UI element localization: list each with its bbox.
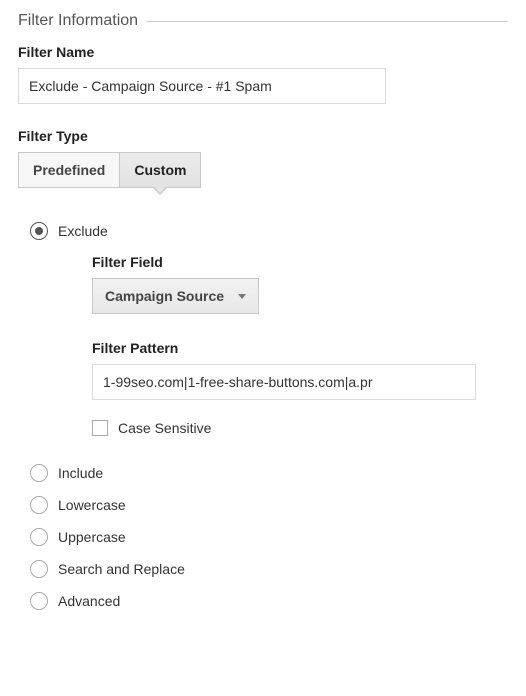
radio-icon	[30, 222, 48, 240]
exclude-radio[interactable]: Exclude	[30, 222, 508, 240]
custom-toggle[interactable]: Custom	[120, 152, 201, 188]
filter-name-section: Filter Name	[18, 44, 508, 104]
radio-icon	[30, 560, 48, 578]
search-replace-radio[interactable]: Search and Replace	[30, 560, 508, 578]
divider	[146, 21, 508, 22]
filter-type-label: Filter Type	[18, 128, 508, 144]
other-filter-options: Include Lowercase Uppercase Search and R…	[18, 464, 508, 610]
advanced-radio[interactable]: Advanced	[30, 592, 508, 610]
include-label: Include	[58, 465, 103, 481]
include-radio[interactable]: Include	[30, 464, 508, 482]
case-sensitive-checkbox[interactable]: Case Sensitive	[92, 420, 508, 436]
fieldset-header: Filter Information	[18, 12, 508, 30]
radio-icon	[30, 496, 48, 514]
advanced-label: Advanced	[58, 593, 120, 609]
exclude-label: Exclude	[58, 223, 108, 239]
filter-field-value: Campaign Source	[105, 288, 224, 304]
filter-name-label: Filter Name	[18, 44, 508, 60]
caret-down-icon	[238, 294, 246, 299]
filter-field-dropdown[interactable]: Campaign Source	[92, 278, 259, 314]
uppercase-label: Uppercase	[58, 529, 126, 545]
filter-pattern-label: Filter Pattern	[92, 340, 508, 356]
predefined-toggle[interactable]: Predefined	[18, 152, 120, 188]
uppercase-radio[interactable]: Uppercase	[30, 528, 508, 546]
exclude-subform: Filter Field Campaign Source Filter Patt…	[92, 254, 508, 436]
radio-icon	[30, 528, 48, 546]
filter-type-toggle: Predefined Custom	[18, 152, 508, 188]
filter-field-label: Filter Field	[92, 254, 508, 270]
filter-name-input[interactable]	[18, 68, 386, 104]
filter-type-section: Filter Type Predefined Custom	[18, 128, 508, 188]
lowercase-radio[interactable]: Lowercase	[30, 496, 508, 514]
filter-pattern-input[interactable]	[92, 364, 476, 400]
radio-icon	[30, 592, 48, 610]
fieldset-title: Filter Information	[18, 12, 138, 30]
lowercase-label: Lowercase	[58, 497, 126, 513]
radio-icon	[30, 464, 48, 482]
case-sensitive-label: Case Sensitive	[118, 420, 211, 436]
search-replace-label: Search and Replace	[58, 561, 185, 577]
custom-filter-options: Exclude Filter Field Campaign Source Fil…	[18, 222, 508, 436]
checkbox-icon	[92, 420, 108, 436]
